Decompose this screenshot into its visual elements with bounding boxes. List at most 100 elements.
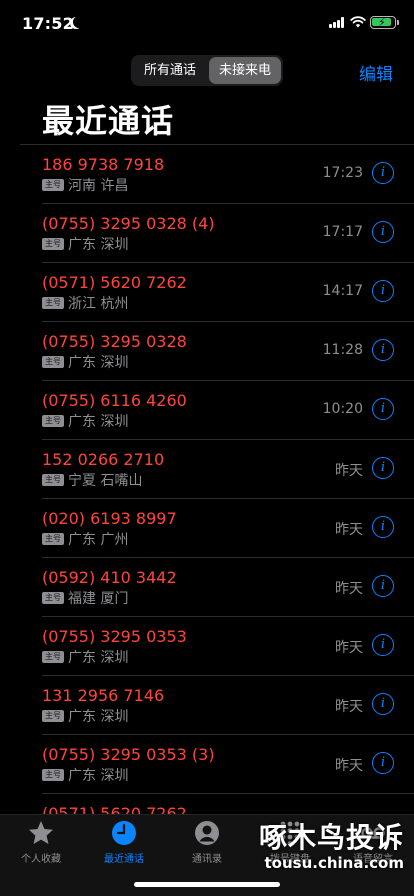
- call-time: 11:28: [322, 342, 363, 358]
- call-subtitle: 主号 广东 深圳: [42, 412, 128, 430]
- contacts-icon: [195, 821, 219, 845]
- call-location: 广东 广州: [68, 532, 129, 548]
- call-time: 17:23: [322, 165, 363, 181]
- line-badge: 主号: [42, 297, 64, 309]
- wifi-icon: [350, 16, 366, 28]
- line-badge: 主号: [42, 651, 64, 663]
- call-number: (0571) 5620 7262: [42, 273, 187, 292]
- battery-cap: [397, 20, 399, 25]
- do-not-disturb-moon-icon: [73, 16, 85, 28]
- status-bar: 17:52 ⚡: [0, 0, 414, 48]
- call-number: (020) 6193 8997: [42, 509, 177, 528]
- status-time: 17:52: [22, 14, 74, 33]
- call-location: 广东 深圳: [68, 650, 129, 666]
- info-icon[interactable]: i: [372, 516, 394, 538]
- call-location: 广东 深圳: [68, 768, 129, 784]
- call-row[interactable]: (0755) 3295 0328 主号 广东 深圳 11:28 i: [42, 322, 414, 381]
- call-subtitle: 主号 广东 深圳: [42, 235, 128, 253]
- call-time: 昨天: [335, 758, 363, 774]
- info-icon[interactable]: i: [372, 280, 394, 302]
- tab-recents[interactable]: 最近通话: [83, 819, 165, 865]
- charging-bolt-icon: ⚡: [378, 16, 386, 29]
- call-subtitle: 主号 广东 广州: [42, 530, 128, 548]
- line-badge: 主号: [42, 769, 64, 781]
- page-title: 最近通话: [42, 102, 175, 140]
- call-time: 昨天: [335, 699, 363, 715]
- call-row[interactable]: (0571) 5620 7262 主号 浙江 杭州 14:17 i: [42, 263, 414, 322]
- call-location: 广东 深圳: [68, 237, 129, 253]
- call-location: 宁夏 石嘴山: [68, 473, 143, 489]
- info-icon[interactable]: i: [372, 221, 394, 243]
- call-subtitle: 主号 广东 深圳: [42, 353, 128, 371]
- line-badge: 主号: [42, 533, 64, 545]
- call-subtitle: 主号 浙江 杭州: [42, 294, 128, 312]
- clock-icon: [112, 821, 136, 845]
- call-location: 广东 深圳: [68, 355, 129, 371]
- call-row[interactable]: 186 9738 7918 主号 河南 许昌 17:23 i: [42, 145, 414, 204]
- line-badge: 主号: [42, 238, 64, 250]
- call-location: 浙江 杭州: [68, 296, 129, 312]
- line-badge: 主号: [42, 415, 64, 427]
- call-location: 河南 许昌: [68, 178, 129, 194]
- call-number: 131 2956 7146: [42, 686, 165, 705]
- call-number: (0755) 3295 0328: [42, 332, 187, 351]
- info-icon[interactable]: i: [372, 575, 394, 597]
- call-number: (0755) 3295 0353: [42, 627, 187, 646]
- call-subtitle: 主号 广东 深圳: [42, 766, 128, 784]
- phone-recents-screen: 17:52 ⚡ 所有通话 未接来电 编辑 最近通话 186 9738 7918 …: [0, 0, 414, 896]
- watermark: 啄木鸟投诉 tousu.china.com: [234, 812, 412, 882]
- watermark-url: tousu.china.com: [264, 854, 405, 872]
- call-row[interactable]: (0592) 410 3442 主号 福建 厦门 昨天 i: [42, 558, 414, 617]
- call-number: (0755) 3295 0353 (3): [42, 745, 215, 764]
- call-time: 10:20: [322, 401, 363, 417]
- call-subtitle: 主号 河南 许昌: [42, 176, 128, 194]
- line-badge: 主号: [42, 710, 64, 722]
- edit-button[interactable]: 编辑: [359, 60, 393, 85]
- call-subtitle: 主号 福建 厦门: [42, 589, 128, 607]
- call-number: (0755) 3295 0328 (4): [42, 214, 215, 233]
- call-number: 186 9738 7918: [42, 155, 165, 174]
- call-row[interactable]: (0755) 3295 0328 (4) 主号 广东 深圳 17:17 i: [42, 204, 414, 263]
- tab-favorites[interactable]: 个人收藏: [0, 819, 82, 865]
- info-icon[interactable]: i: [372, 752, 394, 774]
- info-icon[interactable]: i: [372, 634, 394, 656]
- call-time: 17:17: [322, 224, 363, 240]
- call-number: 152 0266 2710: [42, 450, 165, 469]
- info-icon[interactable]: i: [372, 162, 394, 184]
- line-badge: 主号: [42, 474, 64, 486]
- home-indicator[interactable]: [134, 882, 280, 887]
- call-row[interactable]: (0755) 6116 4260 主号 广东 深圳 10:20 i: [42, 381, 414, 440]
- call-number: (0592) 410 3442: [42, 568, 177, 587]
- tab-label: 最近通话: [104, 854, 144, 865]
- call-row[interactable]: (020) 6193 8997 主号 广东 广州 昨天 i: [42, 499, 414, 558]
- call-time: 昨天: [335, 581, 363, 597]
- call-subtitle: 主号 广东 深圳: [42, 707, 128, 725]
- cellular-signal-icon: [329, 17, 346, 28]
- line-badge: 主号: [42, 592, 64, 604]
- line-badge: 主号: [42, 179, 64, 191]
- call-time: 昨天: [335, 522, 363, 538]
- call-location: 福建 厦门: [68, 591, 129, 607]
- call-time: 昨天: [335, 640, 363, 656]
- info-icon[interactable]: i: [372, 339, 394, 361]
- info-icon[interactable]: i: [372, 457, 394, 479]
- call-location: 广东 深圳: [68, 709, 129, 725]
- segment-all-calls[interactable]: 所有通话: [133, 57, 207, 84]
- call-row[interactable]: 152 0266 2710 主号 宁夏 石嘴山 昨天 i: [42, 440, 414, 499]
- recents-filter-segmented-control: 所有通话 未接来电: [131, 55, 283, 86]
- call-row[interactable]: 131 2956 7146 主号 广东 深圳 昨天 i: [42, 676, 414, 735]
- info-icon[interactable]: i: [372, 693, 394, 715]
- tab-label: 个人收藏: [21, 854, 61, 865]
- segment-missed-calls[interactable]: 未接来电: [209, 57, 281, 84]
- info-icon[interactable]: i: [372, 398, 394, 420]
- star-icon: [29, 821, 53, 844]
- call-time: 14:17: [322, 283, 363, 299]
- call-subtitle: 主号 广东 深圳: [42, 648, 128, 666]
- call-row[interactable]: (0755) 3295 0353 主号 广东 深圳 昨天 i: [42, 617, 414, 676]
- call-number: (0755) 6116 4260: [42, 391, 187, 410]
- call-time: 昨天: [335, 463, 363, 479]
- call-row[interactable]: (0755) 3295 0353 (3) 主号 广东 深圳 昨天 i: [42, 735, 414, 794]
- call-list: 186 9738 7918 主号 河南 许昌 17:23 i (0755) 32…: [0, 145, 414, 815]
- call-location: 广东 深圳: [68, 414, 129, 430]
- call-subtitle: 主号 宁夏 石嘴山: [42, 471, 142, 489]
